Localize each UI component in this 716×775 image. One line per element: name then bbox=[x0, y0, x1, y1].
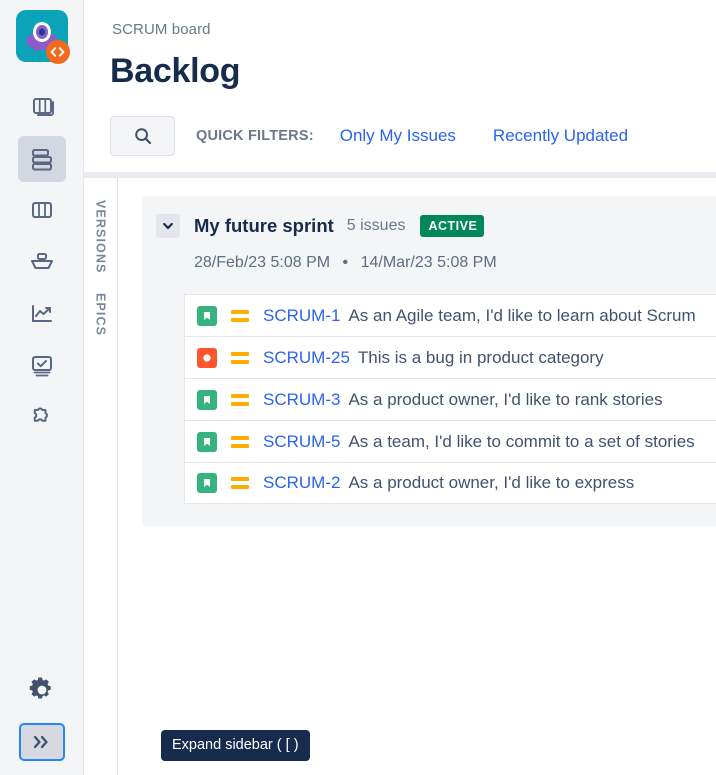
backlog-scroll-area[interactable]: My future sprint 5 issues ACTIVE 28/Feb/… bbox=[118, 178, 716, 775]
sprint-start-date: 28/Feb/23 5:08 PM bbox=[194, 254, 330, 271]
story-type-icon bbox=[197, 473, 217, 493]
priority-medium-icon bbox=[231, 436, 249, 448]
expand-sidebar-button[interactable] bbox=[19, 723, 65, 761]
table-row[interactable]: SCRUM-25 This is a bug in product categor… bbox=[184, 336, 716, 378]
sprint-date-separator: • bbox=[343, 254, 349, 271]
issue-key-link[interactable]: SCRUM-1 bbox=[263, 306, 340, 326]
chevron-down-icon bbox=[161, 219, 175, 233]
priority-medium-icon bbox=[231, 477, 249, 489]
story-type-icon bbox=[197, 432, 217, 452]
quick-filter-only-my-issues[interactable]: Only My Issues bbox=[340, 126, 456, 146]
priority-medium-icon bbox=[231, 394, 249, 406]
page-title: Backlog bbox=[110, 52, 240, 91]
issue-key-link[interactable]: SCRUM-2 bbox=[263, 473, 340, 493]
backlog-icon bbox=[27, 144, 57, 174]
breadcrumb[interactable]: SCRUM board bbox=[112, 21, 211, 38]
issue-summary[interactable]: As a team, I'd like to commit to a set o… bbox=[348, 432, 694, 452]
sprint-header: My future sprint 5 issues ACTIVE bbox=[142, 214, 716, 238]
priority-medium-icon bbox=[231, 352, 249, 364]
priority-medium-icon bbox=[231, 310, 249, 322]
search-input[interactable] bbox=[110, 116, 175, 156]
sidebar-item-releases[interactable] bbox=[18, 240, 66, 286]
issues-icon bbox=[27, 353, 57, 381]
sprint-section: My future sprint 5 issues ACTIVE 28/Feb/… bbox=[142, 196, 716, 526]
quick-filters-label: QUICK FILTERS: bbox=[196, 128, 314, 144]
table-row[interactable]: SCRUM-2 As a product owner, I'd like to e… bbox=[184, 462, 716, 504]
sidebar-item-board[interactable] bbox=[18, 188, 66, 234]
sidebar-item-boards[interactable] bbox=[18, 84, 66, 130]
sprint-issue-list: SCRUM-1 As an Agile team, I'd like to lea… bbox=[142, 294, 716, 504]
sidebar-item-issues[interactable] bbox=[18, 344, 66, 390]
sprint-issue-count: 5 issues bbox=[347, 217, 406, 235]
issue-summary[interactable]: As an Agile team, I'd like to learn abou… bbox=[348, 306, 695, 326]
issue-summary[interactable]: As a product owner, I'd like to express bbox=[348, 473, 634, 493]
quick-filters-row: QUICK FILTERS: Only My Issues Recently U… bbox=[110, 116, 628, 156]
tab-epics[interactable]: EPICS bbox=[94, 293, 108, 336]
status-badge: ACTIVE bbox=[420, 215, 484, 237]
left-navigation-rail bbox=[0, 0, 84, 775]
issue-key-link[interactable]: SCRUM-5 bbox=[263, 432, 340, 452]
chevron-double-right-icon bbox=[31, 733, 53, 751]
sidebar-item-backlog[interactable] bbox=[18, 136, 66, 182]
table-row[interactable]: SCRUM-5 As a team, I'd like to commit to … bbox=[184, 420, 716, 462]
table-row[interactable]: SCRUM-3 As a product owner, I'd like to r… bbox=[184, 378, 716, 420]
jira-backlog-screen: SCRUM board Backlog QUICK FILTERS: Only … bbox=[0, 0, 716, 775]
sprint-name[interactable]: My future sprint bbox=[194, 215, 334, 237]
bug-type-icon bbox=[197, 348, 217, 368]
issue-summary[interactable]: As a product owner, I'd like to rank sto… bbox=[348, 390, 662, 410]
rail-icon-list bbox=[0, 84, 83, 442]
story-type-icon bbox=[197, 390, 217, 410]
story-type-icon bbox=[197, 306, 217, 326]
code-badge-icon bbox=[46, 40, 70, 64]
issue-summary[interactable]: This is a bug in product category bbox=[358, 348, 604, 368]
sprint-dates: 28/Feb/23 5:08 PM • 14/Mar/23 5:08 PM bbox=[142, 254, 716, 272]
sidebar-item-apps[interactable] bbox=[18, 396, 66, 442]
gear-icon bbox=[27, 675, 57, 705]
tooltip: Expand sidebar ( [ ) bbox=[161, 730, 310, 761]
reports-icon bbox=[27, 302, 57, 328]
main-content-area: SCRUM board Backlog QUICK FILTERS: Only … bbox=[84, 0, 716, 775]
table-row[interactable]: SCRUM-1 As an Agile team, I'd like to lea… bbox=[184, 294, 716, 336]
side-panel-tabs: VERSIONS EPICS bbox=[84, 178, 118, 775]
releases-icon bbox=[27, 250, 57, 276]
issue-key-link[interactable]: SCRUM-25 bbox=[263, 348, 350, 368]
tab-versions[interactable]: VERSIONS bbox=[94, 200, 108, 273]
product-logo[interactable] bbox=[16, 10, 68, 62]
boards-icon bbox=[27, 93, 57, 121]
issue-key-link[interactable]: SCRUM-3 bbox=[263, 390, 340, 410]
quick-filter-recently-updated[interactable]: Recently Updated bbox=[493, 126, 628, 146]
sidebar-item-project-settings[interactable] bbox=[18, 667, 66, 713]
sprint-end-date: 14/Mar/23 5:08 PM bbox=[361, 254, 497, 271]
sidebar-item-reports[interactable] bbox=[18, 292, 66, 338]
rail-bottom-group bbox=[18, 667, 66, 761]
board-columns-icon bbox=[27, 198, 57, 224]
apps-puzzle-icon bbox=[27, 405, 57, 433]
sprint-collapse-toggle[interactable] bbox=[156, 214, 180, 238]
search-icon bbox=[133, 126, 153, 146]
